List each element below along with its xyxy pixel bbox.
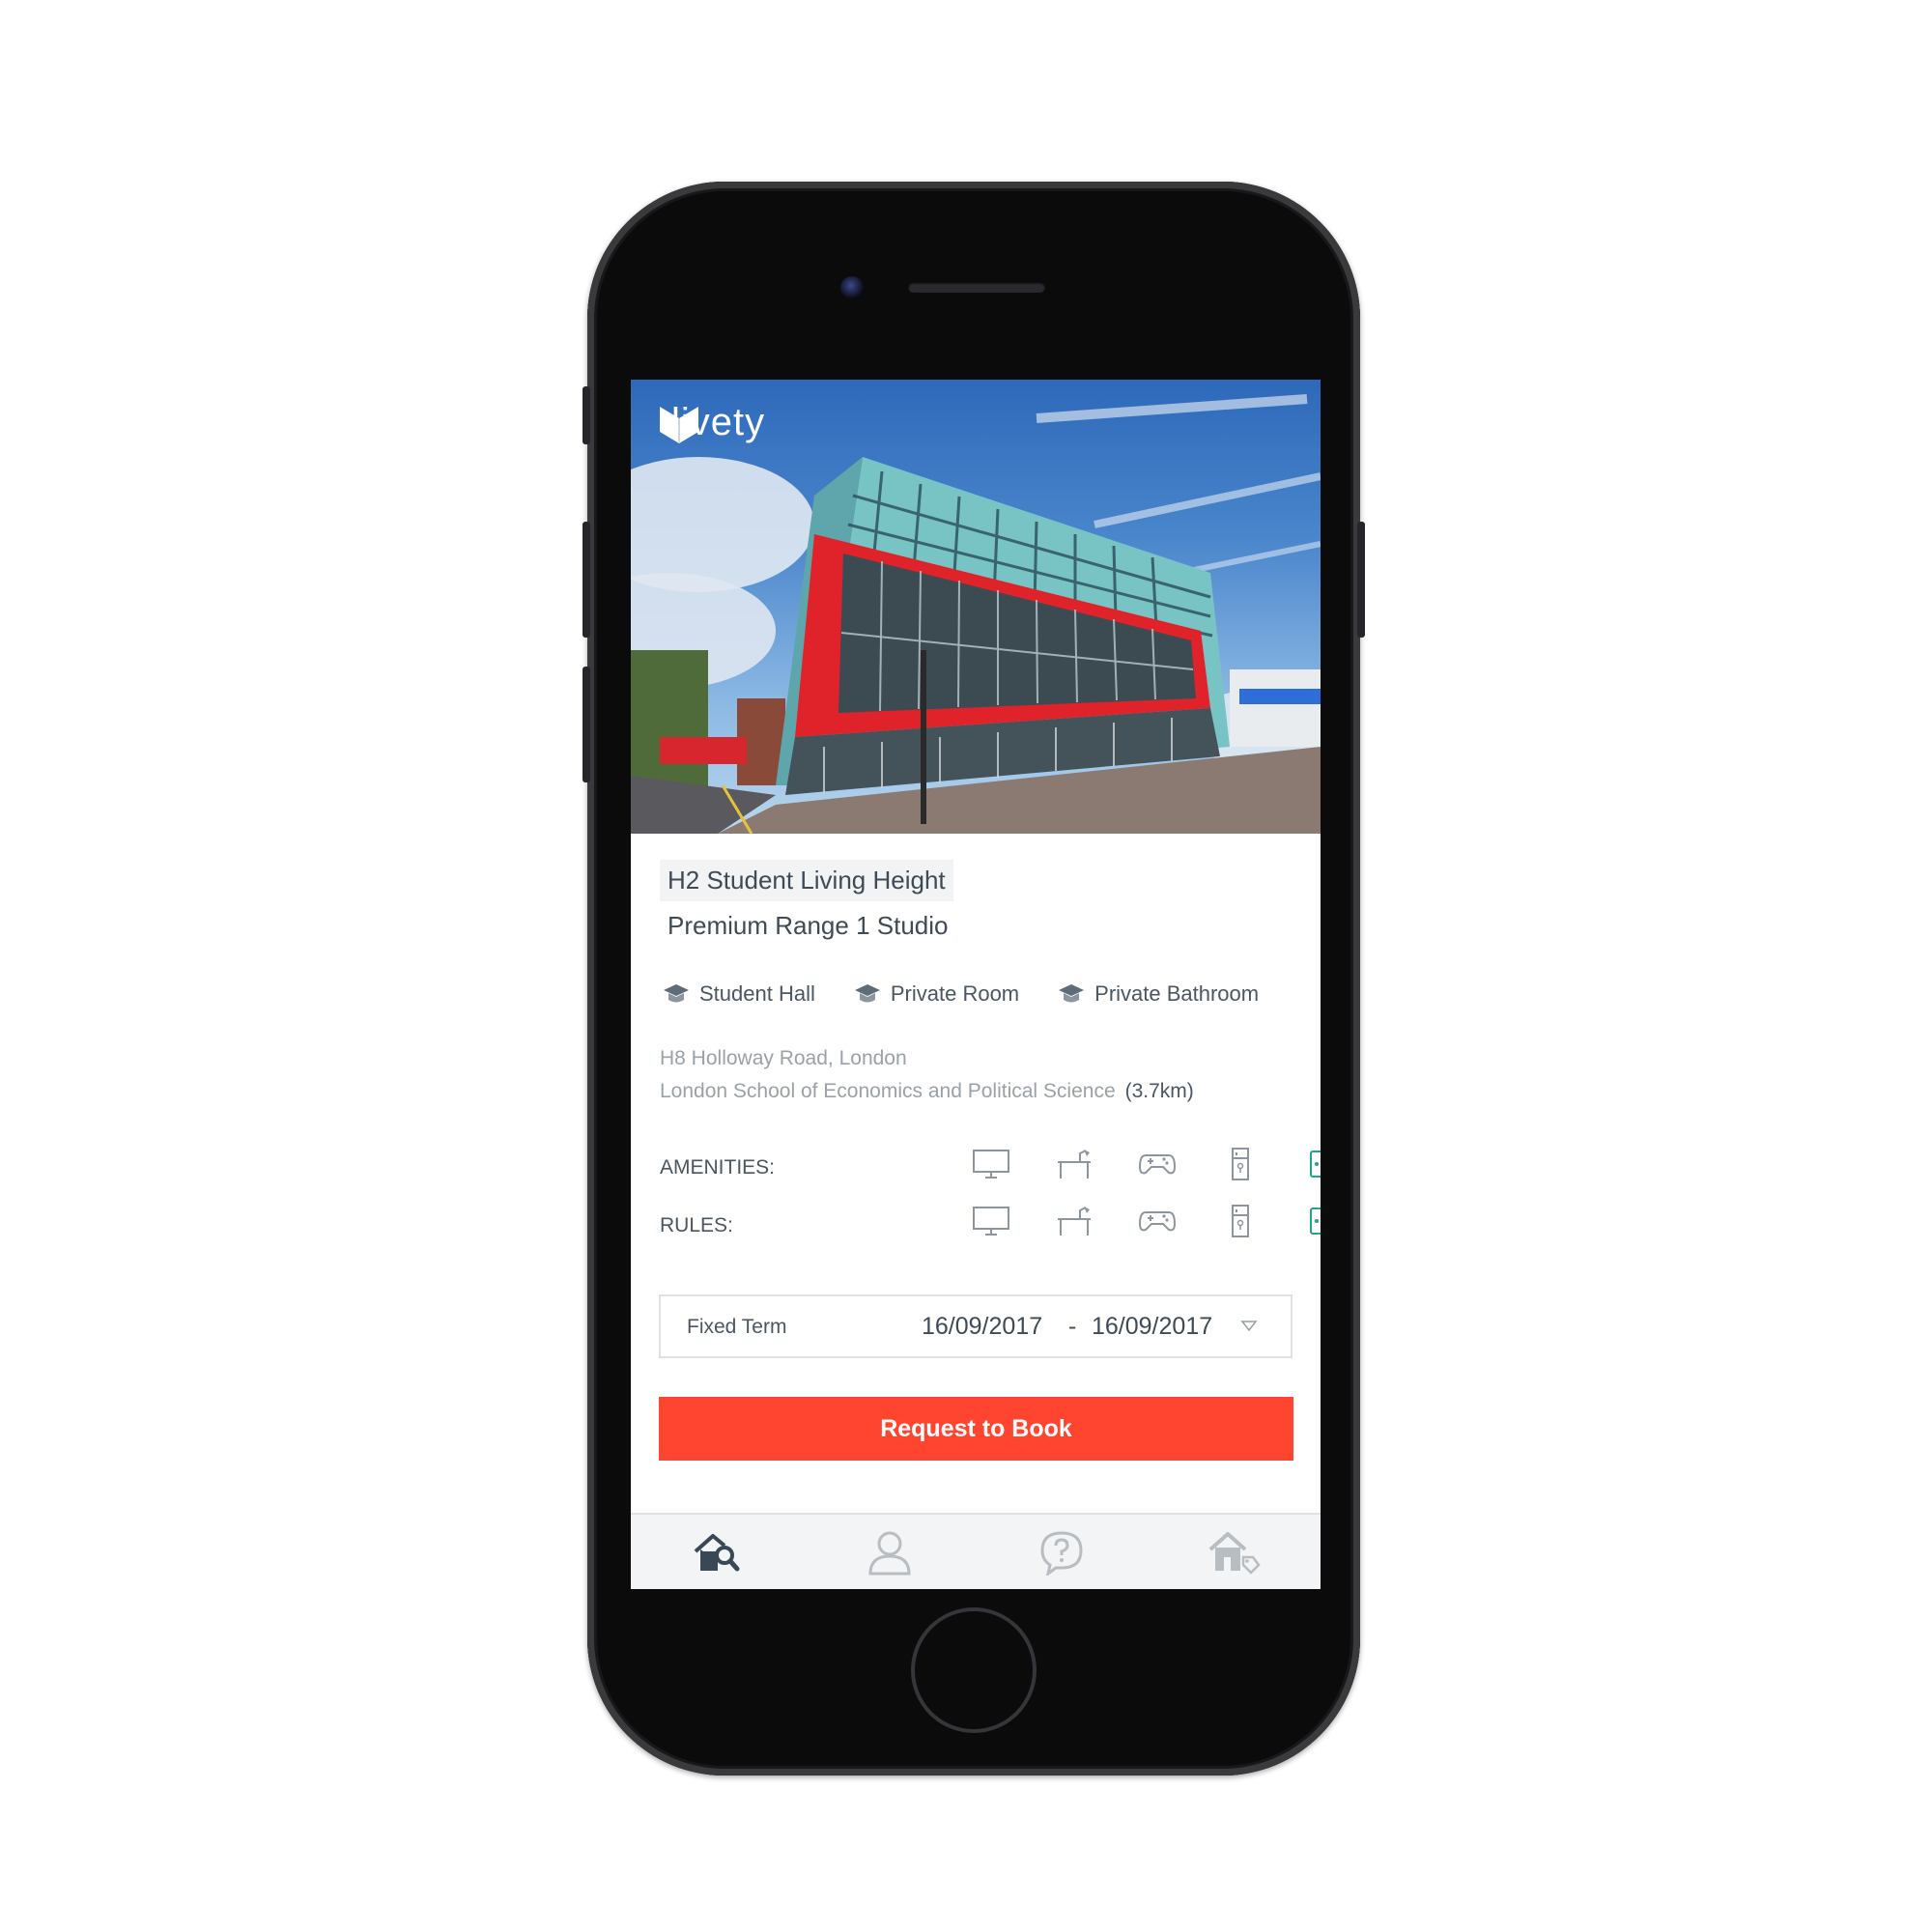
- tab-help[interactable]: [976, 1515, 1149, 1589]
- app-screen: livety H2 Student Living Height Premium …: [631, 380, 1321, 1589]
- property-photo[interactable]: livety: [631, 380, 1321, 834]
- desk-lamp-icon[interactable]: [1033, 1205, 1116, 1237]
- amenities-label: AMENITIES:: [660, 1156, 776, 1179]
- listing-title: H2 Student Living Height: [660, 860, 953, 901]
- more-amenities-button[interactable]: [1310, 1151, 1321, 1178]
- front-camera: [840, 276, 864, 299]
- volume-down-button: [582, 667, 590, 782]
- feature-label: Private Room: [890, 981, 1020, 1006]
- graduation-cap-icon: [854, 984, 880, 1003]
- earpiece-speaker: [908, 282, 1045, 293]
- graduation-cap-icon: [664, 984, 689, 1003]
- mute-switch: [582, 386, 590, 444]
- gamepad-icon[interactable]: [1116, 1205, 1199, 1237]
- feature-private-room: Private Room: [854, 980, 1019, 1008]
- feature-label: Student Hall: [699, 981, 815, 1006]
- building-photo-illustration: [631, 394, 1321, 834]
- feature-label: Private Bathroom: [1094, 981, 1260, 1006]
- nearby-school: London School of Economics and Political…: [660, 1080, 1194, 1103]
- term-selector[interactable]: Fixed Term 16/09/2017 - 16/09/2017: [659, 1294, 1293, 1358]
- tab-search-homes[interactable]: [631, 1515, 804, 1589]
- amenities-icons: [950, 1147, 1321, 1181]
- request-to-book-button[interactable]: Request to Book: [659, 1397, 1293, 1461]
- monitor-icon[interactable]: [950, 1148, 1033, 1180]
- term-type-label: Fixed Term: [687, 1316, 787, 1338]
- user-icon: [868, 1531, 911, 1575]
- school-distance: (3.7km): [1124, 1080, 1194, 1102]
- rules-label: RULES:: [660, 1214, 733, 1236]
- brand-logo: livety: [658, 401, 765, 444]
- power-button: [1357, 522, 1365, 638]
- listing-subtitle: Premium Range 1 Studio: [668, 911, 949, 940]
- tab-profile[interactable]: [804, 1515, 977, 1589]
- more-rules-button[interactable]: [1310, 1208, 1321, 1235]
- start-date[interactable]: 16/09/2017: [922, 1313, 1042, 1341]
- feature-student-hall: Student Hall: [663, 980, 815, 1008]
- more-icon[interactable]: [1282, 1208, 1321, 1235]
- gamepad-icon[interactable]: [1116, 1148, 1199, 1180]
- help-chat-icon: [1040, 1530, 1083, 1576]
- feature-list: Student Hall Private Room Private Bathro…: [663, 980, 1297, 1008]
- home-button[interactable]: [911, 1607, 1037, 1733]
- school-name: London School of Economics and Political…: [660, 1080, 1116, 1102]
- feature-private-bathroom: Private Bathroom: [1058, 980, 1259, 1008]
- volume-up-button: [582, 522, 590, 638]
- date-separator: -: [1068, 1313, 1077, 1340]
- monitor-icon[interactable]: [950, 1205, 1033, 1237]
- home-tag-icon: [1208, 1531, 1261, 1575]
- fridge-icon[interactable]: [1199, 1147, 1282, 1181]
- end-date[interactable]: 16/09/2017: [1092, 1313, 1212, 1341]
- chevron-down-icon[interactable]: [1240, 1320, 1258, 1333]
- property-address: H8 Holloway Road, London: [660, 1047, 907, 1069]
- tab-list-property[interactable]: [1149, 1515, 1321, 1589]
- home-search-icon: [694, 1533, 740, 1571]
- bottom-tab-bar: [631, 1513, 1321, 1589]
- fridge-icon[interactable]: [1199, 1204, 1282, 1238]
- rules-icons: [950, 1204, 1321, 1238]
- desk-lamp-icon[interactable]: [1033, 1148, 1116, 1180]
- graduation-cap-icon: [1059, 984, 1085, 1003]
- more-icon[interactable]: [1282, 1151, 1321, 1178]
- livety-logo-icon: [660, 407, 698, 443]
